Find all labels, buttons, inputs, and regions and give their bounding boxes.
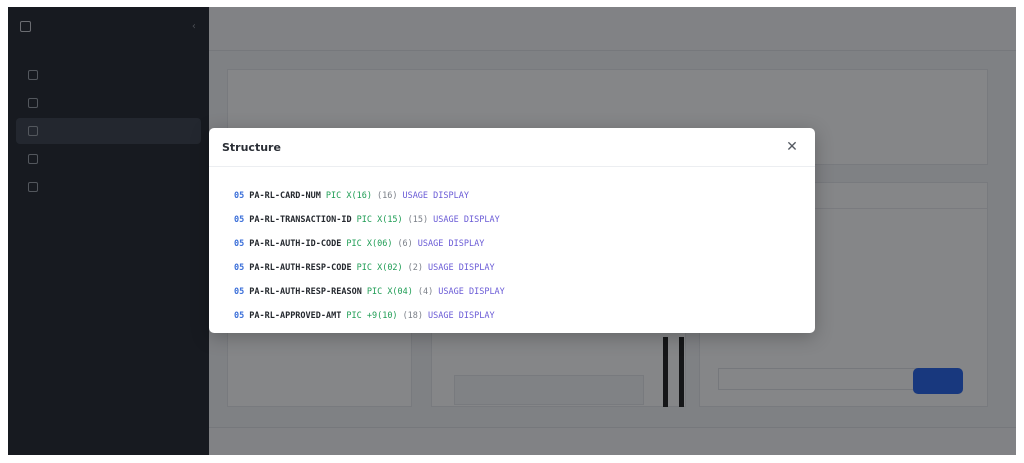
structure-modal: Structure ✕ 05 PA-RL-CARD-NUM PIC X(16) (16… bbox=[209, 128, 815, 333]
field-name: PA-RL-AUTH-RESP-REASON bbox=[249, 287, 362, 297]
modal-header: Structure bbox=[209, 128, 815, 167]
field-length: (6) bbox=[397, 239, 413, 249]
field-level: 05 bbox=[234, 191, 245, 201]
field-usage: USAGE DISPLAY bbox=[417, 239, 485, 249]
field-usage: USAGE DISPLAY bbox=[438, 287, 505, 297]
close-icon[interactable]: ✕ bbox=[785, 140, 799, 154]
field-pic: PIC X(02) bbox=[356, 263, 403, 273]
field-level: 05 bbox=[234, 263, 245, 273]
field-level: 05 bbox=[234, 239, 245, 249]
field-pic: PIC +9(10) bbox=[346, 311, 398, 321]
field-row: 05 PA-RL-APPROVED-AMT PIC +9(10) (18) USAGE … bbox=[234, 304, 505, 328]
field-level: 05 bbox=[234, 311, 245, 321]
field-name: PA-RL-TRANSACTION-ID bbox=[249, 215, 352, 225]
field-usage: USAGE DISPLAY bbox=[428, 311, 495, 321]
field-list: 05 PA-RL-CARD-NUM PIC X(16) (16) USAGE DISPL… bbox=[234, 184, 505, 328]
field-length: (4) bbox=[417, 287, 434, 297]
field-row: 05 PA-RL-TRANSACTION-ID PIC X(15) (15) USAGE… bbox=[234, 208, 505, 232]
field-name: PA-RL-APPROVED-AMT bbox=[249, 311, 342, 321]
field-name: PA-RL-AUTH-RESP-CODE bbox=[249, 263, 352, 273]
field-pic: PIC X(15) bbox=[356, 215, 403, 225]
field-level: 05 bbox=[234, 215, 245, 225]
field-pic: PIC X(06) bbox=[346, 239, 393, 249]
modal-title: Structure bbox=[222, 140, 281, 154]
field-pic: PIC X(16) bbox=[325, 191, 372, 201]
field-usage: USAGE DISPLAY bbox=[402, 191, 469, 201]
field-usage: USAGE DISPLAY bbox=[433, 215, 500, 225]
field-row: 05 PA-RL-AUTH-ID-CODE PIC X(06) (6) USAGE DI… bbox=[234, 232, 505, 256]
field-name: PA-RL-CARD-NUM bbox=[249, 191, 321, 201]
field-pic: PIC X(04) bbox=[366, 287, 413, 297]
field-length: (16) bbox=[376, 191, 398, 201]
field-row: 05 PA-RL-CARD-NUM PIC X(16) (16) USAGE DISPL… bbox=[234, 184, 505, 208]
field-length: (18) bbox=[402, 311, 424, 321]
field-name: PA-RL-AUTH-ID-CODE bbox=[249, 239, 342, 249]
field-level: 05 bbox=[234, 287, 245, 297]
field-length: (15) bbox=[407, 215, 429, 225]
field-row: 05 PA-RL-AUTH-RESP-CODE PIC X(02) (2) USAGE … bbox=[234, 256, 505, 280]
field-usage: USAGE DISPLAY bbox=[428, 263, 495, 273]
field-length: (2) bbox=[407, 263, 424, 273]
field-row: 05 PA-RL-AUTH-RESP-REASON PIC X(04) (4) USAG… bbox=[234, 280, 505, 304]
